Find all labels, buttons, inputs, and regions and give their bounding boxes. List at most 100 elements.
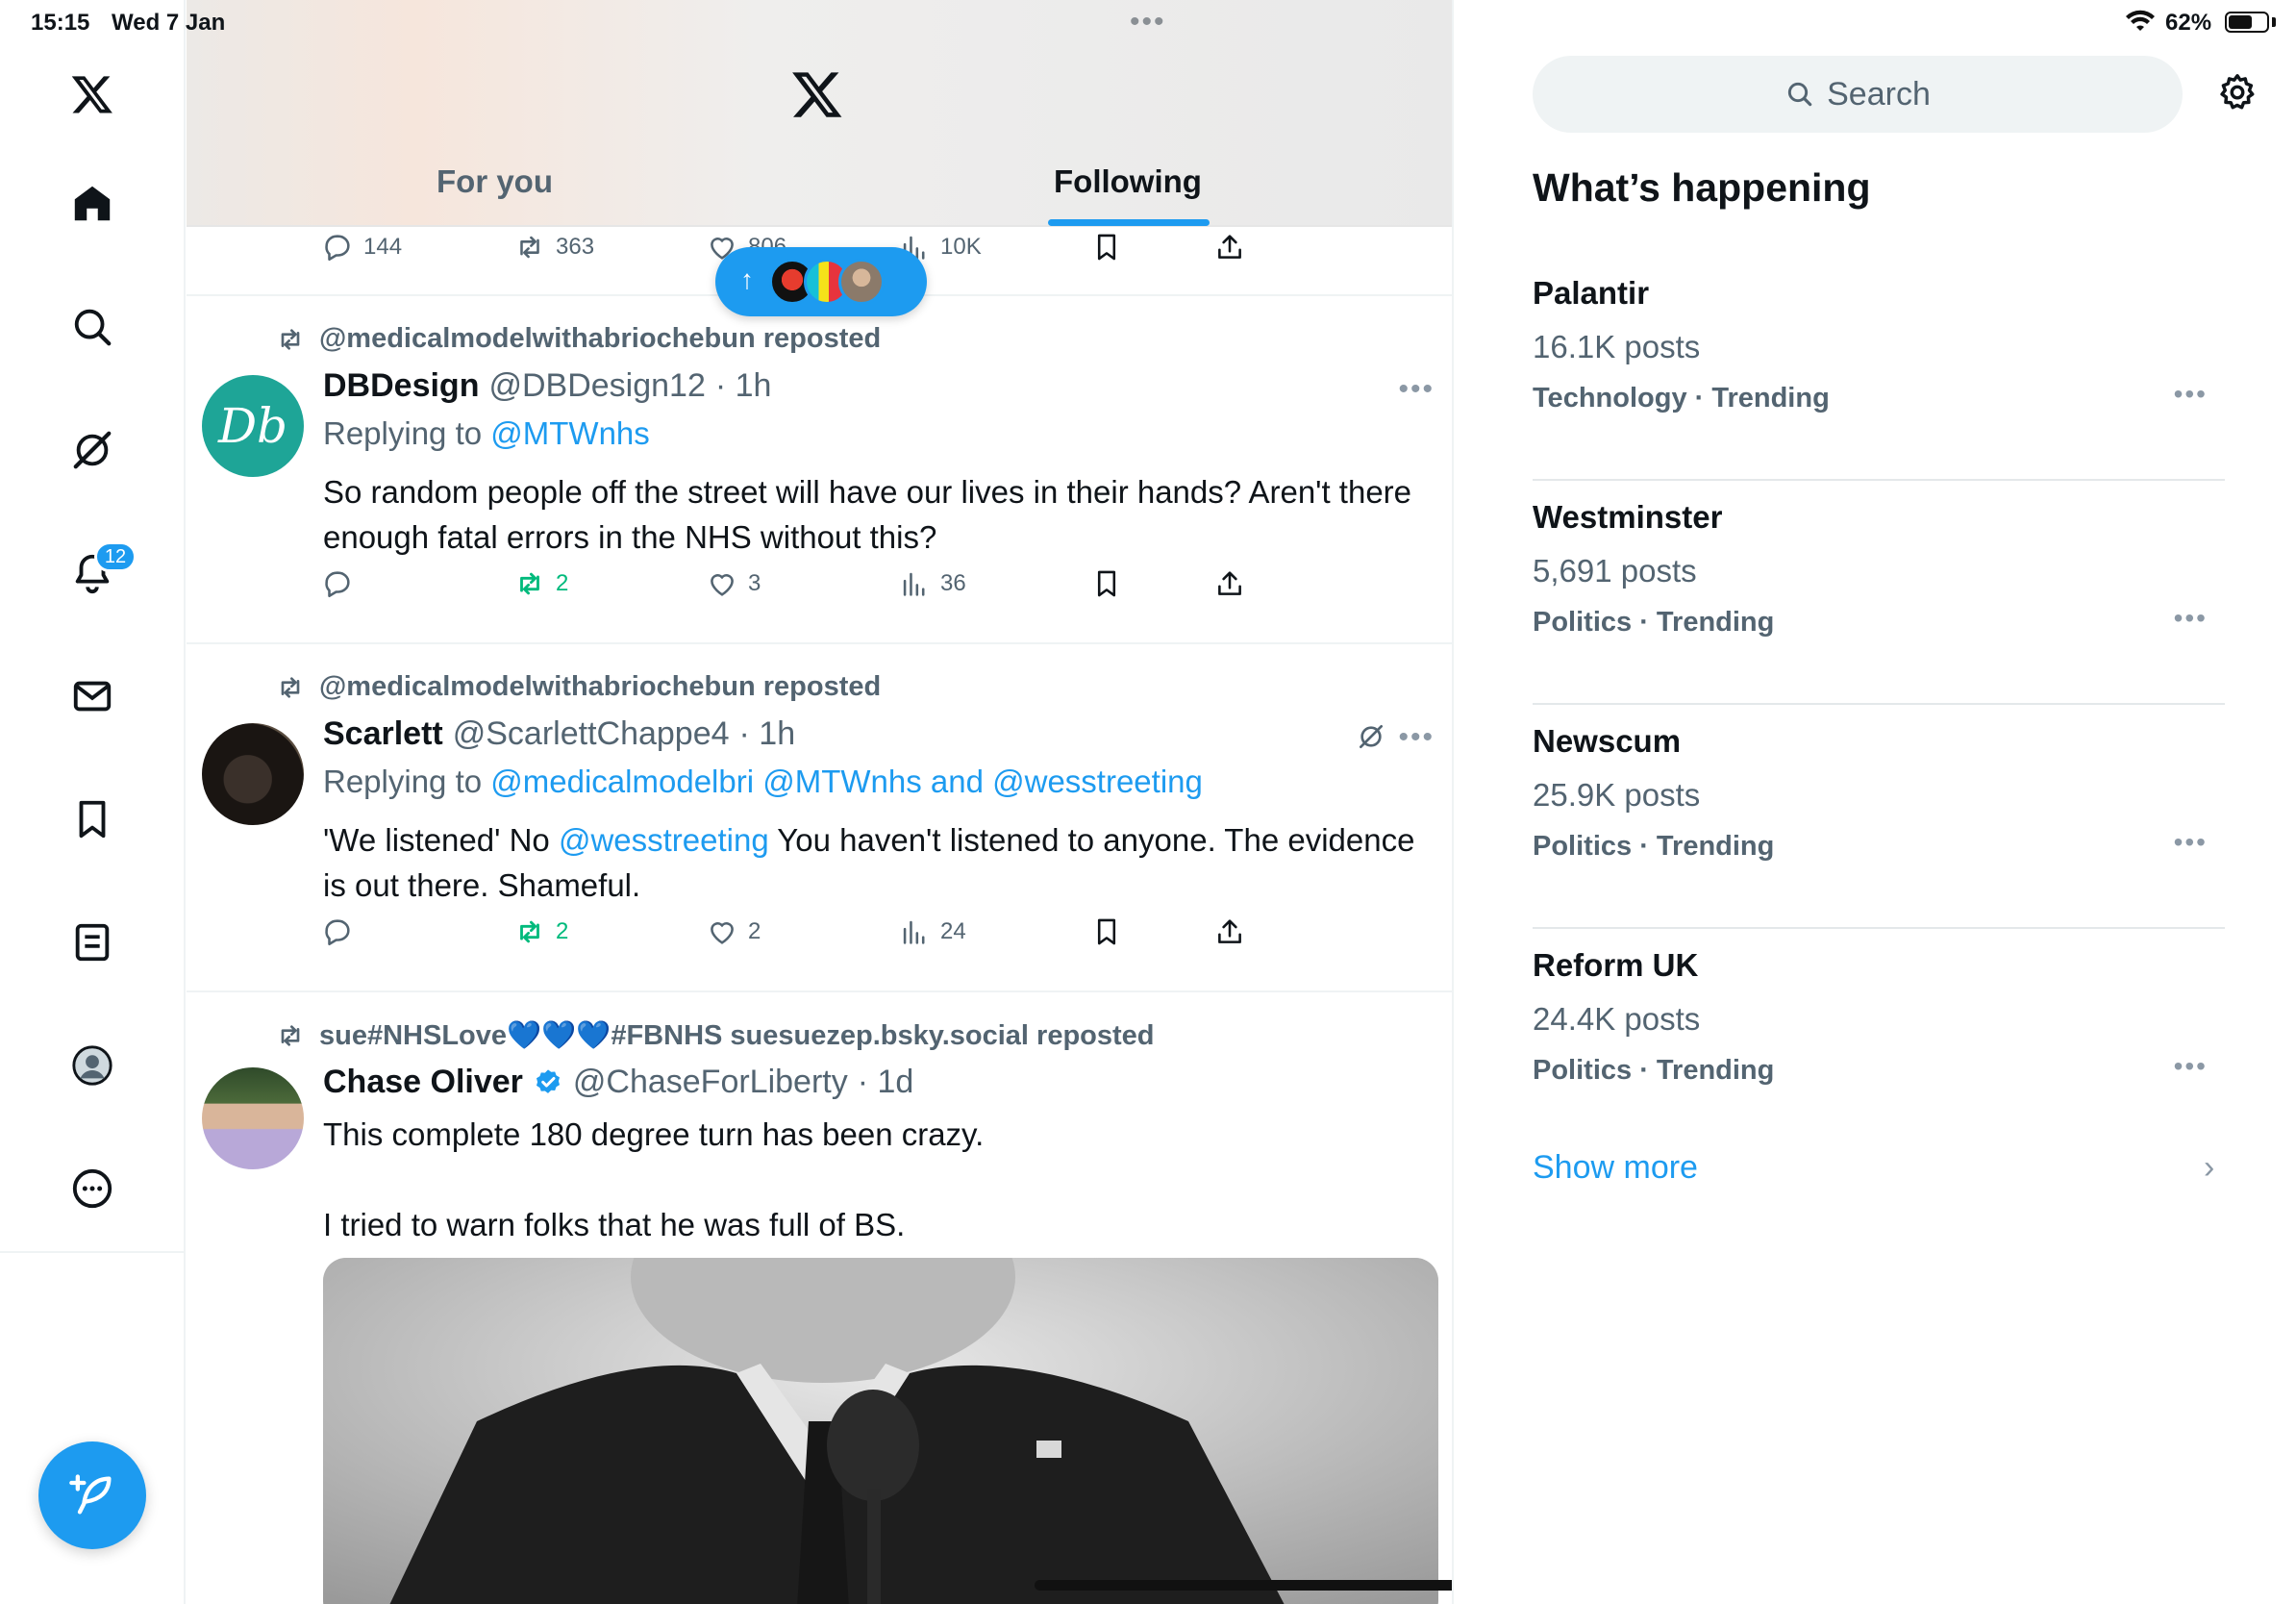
post-text-line: I tried to warn folks that he was full o… [323,1207,906,1242]
repost-context: @medicalmodelwithabriochebun reposted [275,671,881,703]
mention-link[interactable]: @wesstreeting [559,822,769,858]
video-thumbnail [323,1258,1438,1604]
timeline: For you Following 144 363 806 10K [187,0,1454,1604]
show-more-link[interactable]: Show more [1533,1149,1698,1187]
post-time[interactable]: · 1d [858,1064,914,1101]
replying-to: Replying to @medicalmodelbri @MTWnhs and… [323,764,1203,799]
reply-button[interactable] [321,915,354,948]
reply-bubble-icon [325,919,350,946]
trend-name: Reform UK [1533,947,1699,983]
right-sidebar: Search What’s happening Palantir 16.1K p… [1456,0,2296,1604]
search-placeholder: Search [1827,75,1931,113]
post-time[interactable]: · 1h [715,367,772,405]
author-name[interactable]: Scarlett [323,715,443,753]
lists-icon[interactable] [60,910,125,975]
like-button[interactable]: 2 [706,915,761,948]
reply-count: 144 [363,234,403,260]
post-more-icon[interactable]: ••• [1398,373,1435,406]
trend-post-count: 16.1K posts [1533,329,1701,364]
bookmarks-icon[interactable] [60,787,125,852]
repost-by-text: @medicalmodelwithabriochebun reposted [319,671,882,702]
trend-item[interactable]: Westminster 5,691 posts Politics · Trend… [1533,482,2225,705]
share-button[interactable] [1213,915,1246,948]
share-button[interactable] [1213,567,1246,600]
messages-envelope-icon[interactable] [60,664,125,729]
repost-button[interactable]: 363 [513,231,594,263]
mention-link[interactable]: @medicalmodelbri @MTWnhs and @wesstreeti… [490,764,1203,799]
settings-gear-icon[interactable] [2215,71,2259,115]
post-more-icon[interactable]: ••• [1398,721,1435,754]
repost-icon [520,572,539,595]
reply-bubble-icon [325,235,350,262]
more-circle-icon[interactable] [60,1156,125,1221]
compose-post-button[interactable] [38,1441,146,1549]
bookmark-button[interactable] [1090,567,1123,600]
reply-button[interactable] [321,567,354,600]
share-icon [1218,571,1241,595]
author-handle[interactable]: @ScarlettChappe4 [453,715,730,753]
author-handle[interactable]: @ChaseForLiberty [573,1064,848,1101]
reply-bubble-icon [325,571,350,598]
heart-icon [711,922,734,944]
grok-explain-icon[interactable] [1356,721,1386,752]
post-author[interactable]: Chase Oliver @ChaseForLiberty · 1d [323,1064,913,1101]
views-button[interactable]: 36 [898,567,966,600]
trend-more-icon[interactable]: ••• [2174,1051,2208,1082]
bookmark-button[interactable] [1090,231,1123,263]
trend-item[interactable]: Newscum 25.9K posts Politics · Trending … [1533,706,2225,929]
post-author[interactable]: Scarlett @ScarlettChappe4 · 1h [323,715,795,753]
x-logo-icon[interactable] [790,67,844,121]
tab-for-you[interactable]: For you [437,163,553,200]
wifi-icon [2126,10,2155,31]
author-handle[interactable]: @DBDesign12 [488,367,705,405]
avatar[interactable] [202,723,304,825]
post-author[interactable]: DBDesign @DBDesign12 · 1h [323,367,771,405]
trend-item[interactable]: Reform UK 24.4K posts Politics · Trendin… [1533,930,2225,1153]
bookmark-icon [1097,570,1116,597]
mention-link[interactable]: @MTWnhs [490,415,650,451]
trend-post-count: 5,691 posts [1533,553,1697,589]
views-button[interactable]: 24 [898,915,966,948]
post-scarlett[interactable]: @medicalmodelwithabriochebun reposted Sc… [187,644,1452,992]
chevron-right-icon[interactable]: › [2204,1149,2214,1187]
like-count: 2 [748,918,761,944]
search-icon[interactable] [60,294,125,360]
status-date: Wed 7 Jan [112,10,226,36]
like-button[interactable]: 3 [706,567,761,600]
repost-icon [520,236,539,259]
post-text: 'We listened' No @wesstreeting You haven… [323,822,1415,903]
post-media-image[interactable] [323,1258,1438,1604]
repost-context: @medicalmodelwithabriochebun reposted [275,323,881,355]
trend-more-icon[interactable]: ••• [2174,603,2208,634]
grok-icon[interactable] [60,417,125,483]
share-button[interactable] [1213,231,1246,263]
reply-button[interactable]: 144 [321,231,402,263]
heart-icon [711,574,734,596]
author-name[interactable]: DBDesign [323,367,479,405]
replying-to: Replying to @MTWnhs [323,415,650,451]
post-chase-oliver[interactable]: sue#NHSLove💙💙💙#FBNHS suesuezep.bsky.soci… [187,992,1452,1604]
avatar[interactable] [202,1067,304,1169]
nav-divider [0,1251,186,1253]
new-posts-pill[interactable]: ↑ [715,247,927,316]
post-time[interactable]: · 1h [739,715,796,753]
active-tab-indicator [1048,219,1210,226]
x-logo-icon[interactable] [60,62,125,127]
status-time: 15:15 [31,10,90,36]
repost-button[interactable]: 2 [513,915,568,948]
post-dbdesign[interactable]: @medicalmodelwithabriochebun reposted Db… [187,296,1452,644]
home-icon[interactable] [60,171,125,237]
trend-more-icon[interactable]: ••• [2174,827,2208,858]
trend-item[interactable]: Palantir 16.1K posts Technology · Trendi… [1533,258,2225,481]
post-text: This complete 180 degree turn has been c… [323,1112,1419,1247]
author-name[interactable]: Chase Oliver [323,1064,523,1101]
avatar[interactable]: Db [202,375,304,477]
bookmark-button[interactable] [1090,915,1123,948]
repost-button[interactable]: 2 [513,567,568,600]
tab-following[interactable]: Following [1054,163,1202,200]
trend-more-icon[interactable]: ••• [2174,379,2208,410]
search-input[interactable]: Search [1533,56,2183,133]
profile-avatar-icon[interactable] [60,1033,125,1098]
multitasking-dots-icon[interactable]: ••• [1130,6,1166,38]
trend-category: Technology · Trending [1533,383,1830,414]
